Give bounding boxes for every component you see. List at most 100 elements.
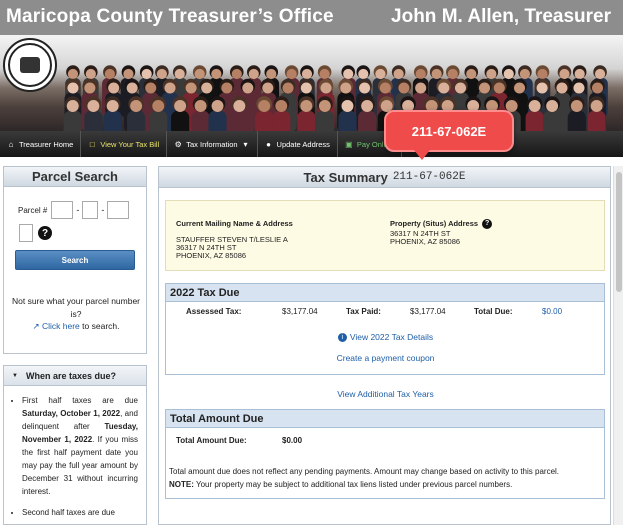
main-nav: ⌂ Treasurer Home □ View Your Tax Bill ⚙ … <box>0 131 623 157</box>
person-face <box>570 100 583 112</box>
person-face <box>590 100 603 112</box>
person-face <box>185 82 197 94</box>
create-coupon-link[interactable]: Create a payment coupon <box>159 353 612 363</box>
note-label: NOTE: <box>169 480 194 489</box>
person-face <box>573 82 585 94</box>
person-face <box>286 68 297 80</box>
parcel-item-input[interactable] <box>107 201 130 219</box>
staff-photo-banner <box>0 35 623 131</box>
total-amount-value: $0.00 <box>282 436 303 445</box>
person-face <box>379 82 391 94</box>
person-face <box>152 100 165 112</box>
total-due-value[interactable]: $0.00 <box>542 307 562 316</box>
nav-update-address[interactable]: ● Update Address <box>258 131 338 157</box>
scrollbar-thumb[interactable] <box>616 172 622 292</box>
person-face <box>194 68 205 80</box>
tooltip-tail <box>414 150 430 160</box>
help-icon[interactable]: ? <box>38 226 52 240</box>
click-here-link[interactable]: Click here <box>42 321 80 331</box>
person-face <box>266 68 277 80</box>
site-title[interactable]: Maricopa County Treasurer’s Office <box>6 6 334 28</box>
external-link-icon[interactable]: ↗ <box>33 321 40 331</box>
gear-icon: ⚙ <box>174 139 182 149</box>
site-header: Maricopa County Treasurer’s Office John … <box>0 0 623 35</box>
caret-down-icon: ▼ <box>12 372 18 379</box>
list-item: First half taxes are due Saturday, Octob… <box>22 394 138 498</box>
seal-ring <box>8 43 52 87</box>
person-face <box>415 68 426 80</box>
person-face <box>233 100 246 112</box>
person-face <box>130 100 143 112</box>
person-face <box>546 100 559 112</box>
view-additional-years-link[interactable]: View Additional Tax Years <box>159 389 612 399</box>
person-face <box>221 82 233 94</box>
person-face <box>231 68 242 80</box>
nav-label: Update Address <box>276 139 330 149</box>
parcel-number: 211-67-062E <box>392 171 466 183</box>
parcel-map-input[interactable] <box>82 201 99 219</box>
person-face <box>301 68 313 80</box>
address-box: Current Mailing Name & Address STAUFFER … <box>165 200 605 271</box>
person-face <box>141 68 152 80</box>
person-body <box>297 110 316 131</box>
tooltip-text: 211-67-062E <box>411 123 487 139</box>
search-button[interactable]: Search <box>15 250 135 270</box>
person-face <box>528 100 541 112</box>
tax-summary-panel: Tax Summary 211-67-062E Current Mailing … <box>158 166 611 525</box>
person-body <box>567 110 586 131</box>
nav-view-tax-bill[interactable]: □ View Your Tax Bill <box>81 131 168 157</box>
person-face <box>85 68 96 80</box>
person-body <box>208 110 227 131</box>
tax-due-heading: 2022 Tax Due <box>166 284 604 302</box>
person-face <box>513 82 526 94</box>
person-face <box>282 82 294 94</box>
person-face <box>486 68 497 80</box>
total-due-label: Total Due: <box>474 307 513 316</box>
person-face <box>594 68 606 80</box>
taxes-due-header[interactable]: ▼ When are taxes due? <box>4 366 146 386</box>
person-face <box>258 100 271 112</box>
click-here-line: ↗ Click here to search. <box>8 321 144 332</box>
nav-treasurer-home[interactable]: ⌂ Treasurer Home <box>0 131 82 157</box>
person-face <box>438 82 450 94</box>
not-sure-text: Not sure what your parcel number is? <box>11 296 141 319</box>
person-face <box>340 82 352 94</box>
view-tax-details-link[interactable]: i View 2022 Tax Details <box>159 332 612 343</box>
person-face <box>478 82 491 94</box>
person-face <box>359 82 371 94</box>
assessed-value: $3,177.04 <box>282 307 318 316</box>
view-tax-details-text: View 2022 Tax Details <box>349 332 434 342</box>
person-body <box>338 110 357 131</box>
property-heading: Property (Situs) Address? <box>390 219 493 230</box>
person-face <box>126 82 138 94</box>
person-face <box>519 68 531 80</box>
person-face <box>164 82 176 94</box>
parcel-search-panel: Parcel Search Parcel # - - ? Search Not … <box>3 166 147 354</box>
property-heading-text: Property (Situs) Address <box>390 219 479 228</box>
person-face <box>242 82 254 94</box>
person-face <box>156 68 167 80</box>
person-face <box>503 68 514 80</box>
person-face <box>201 82 213 94</box>
parcel-book-input[interactable] <box>51 201 74 219</box>
person-face <box>104 68 115 80</box>
person-face <box>67 82 79 94</box>
person-face <box>341 100 354 112</box>
person-face <box>574 68 585 80</box>
parcel-split-input[interactable] <box>19 224 33 242</box>
person-face <box>447 68 458 80</box>
help-icon[interactable]: ? <box>482 219 493 230</box>
total-amount-row: Total Amount Due: $0.00 <box>166 434 604 454</box>
county-seal-icon[interactable] <box>3 38 57 92</box>
person-body <box>84 110 103 131</box>
person-face <box>454 82 467 94</box>
nav-tax-information[interactable]: ⚙ Tax Information ▾ <box>167 131 258 157</box>
person-face <box>466 68 477 80</box>
person-face <box>211 68 222 80</box>
person-body <box>103 110 122 131</box>
page-scrollbar[interactable] <box>613 166 623 525</box>
person-face <box>591 82 604 94</box>
person-face <box>343 68 354 80</box>
tax-summary-header: Tax Summary 211-67-062E <box>159 167 610 188</box>
paid-value: $3,177.04 <box>410 307 446 316</box>
